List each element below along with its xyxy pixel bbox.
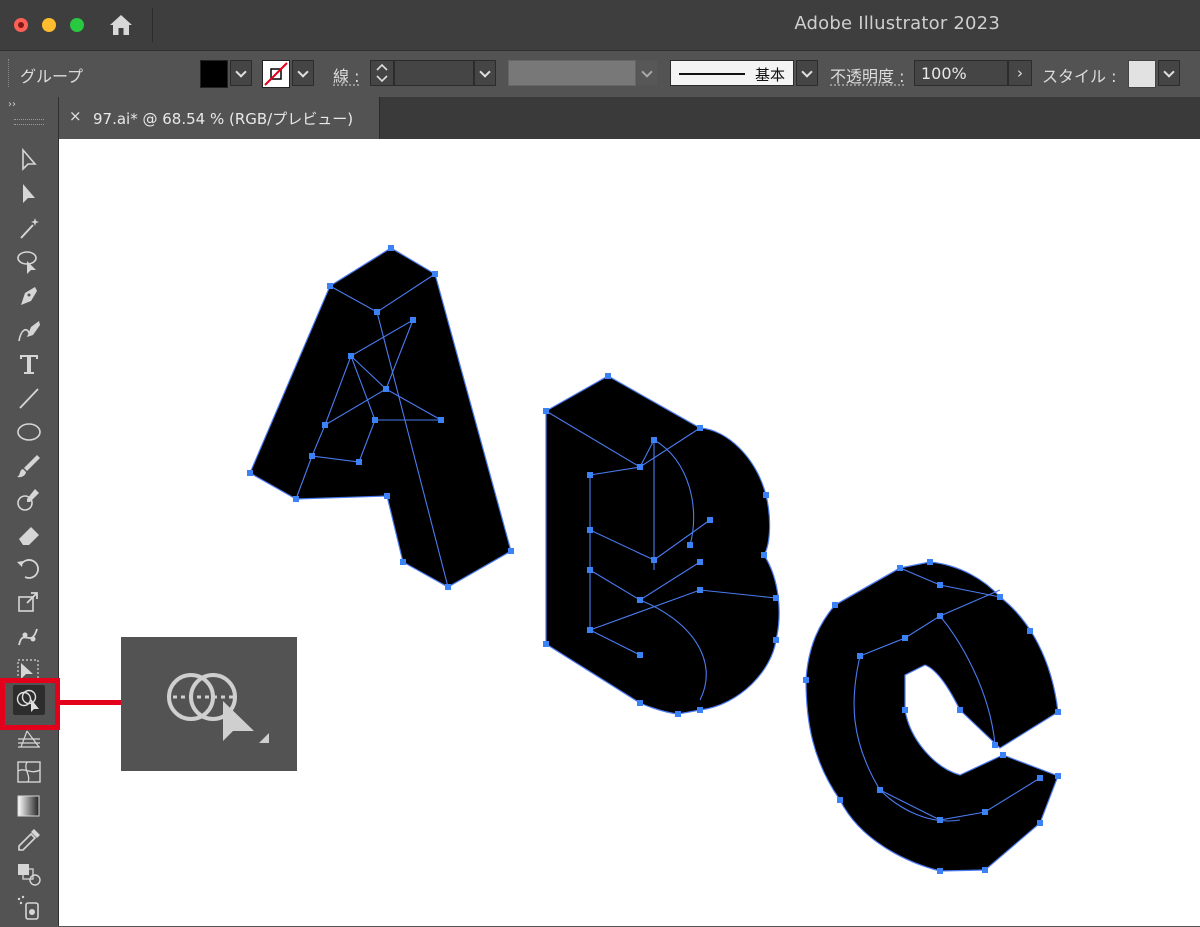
letter-c-shape xyxy=(806,562,1058,871)
stroke-weight-dropdown[interactable] xyxy=(474,60,496,86)
stroke-weight-input[interactable] xyxy=(394,60,474,86)
callout-connector xyxy=(60,700,122,705)
graphic-style-label: スタイル : xyxy=(1042,63,1116,87)
shape-builder-zoom-callout xyxy=(121,637,297,771)
shape-builder-large-icon xyxy=(121,637,297,771)
tools-panel-grip[interactable] xyxy=(14,119,44,125)
curvature-tool-icon[interactable] xyxy=(13,315,45,345)
stroke-dropdown[interactable] xyxy=(292,60,314,86)
gradient-tool-icon[interactable] xyxy=(13,791,45,821)
tool-highlight-box xyxy=(0,678,60,730)
home-icon[interactable] xyxy=(108,12,134,38)
selection-tool-icon[interactable] xyxy=(13,145,45,175)
type-tool-icon[interactable] xyxy=(13,349,45,379)
close-window-button[interactable] xyxy=(14,18,28,32)
stroke-weight-label[interactable]: 線 : xyxy=(333,63,359,87)
graphic-style-swatch[interactable] xyxy=(1128,60,1156,88)
rotate-tool-icon[interactable] xyxy=(13,553,45,583)
document-tab[interactable]: × 97.ai* @ 68.54 % (RGB/プレビュー) xyxy=(59,97,380,139)
artboard-canvas[interactable] xyxy=(59,139,1200,926)
puppet-warp-tool-icon[interactable] xyxy=(13,621,45,651)
stroke-weight-stepper[interactable] xyxy=(370,60,394,86)
mesh-tool-icon[interactable] xyxy=(13,757,45,787)
direct-selection-tool-icon[interactable] xyxy=(13,179,45,209)
blend-tool-icon[interactable] xyxy=(13,859,45,889)
selection-type-label: グループ xyxy=(20,63,83,87)
letter-b-shape xyxy=(546,376,779,714)
shaper-tool-icon[interactable] xyxy=(13,485,45,515)
scale-tool-icon[interactable] xyxy=(13,587,45,617)
brush-dropdown[interactable] xyxy=(796,60,818,86)
title-divider xyxy=(152,8,153,42)
brush-definition[interactable]: 基本 xyxy=(670,60,794,86)
line-segment-tool-icon[interactable] xyxy=(13,383,45,413)
symbol-sprayer-tool-icon[interactable] xyxy=(13,893,45,923)
close-tab-icon[interactable]: × xyxy=(69,107,82,125)
control-bar: グループ 線 : 基本 不透明度 : 100% › スタイル : xyxy=(0,50,1200,98)
stroke-swatch[interactable] xyxy=(262,60,290,88)
variable-width-profile[interactable] xyxy=(508,60,636,86)
title-bar: Adobe Illustrator 2023 xyxy=(0,0,1200,50)
collapse-panel-icon[interactable]: ›› xyxy=(8,99,16,110)
letter-a-shape xyxy=(250,248,511,587)
fill-swatch[interactable] xyxy=(200,60,228,88)
zoom-window-button[interactable] xyxy=(70,18,84,32)
ellipse-tool-icon[interactable] xyxy=(13,417,45,447)
document-title: 97.ai* @ 68.54 % (RGB/プレビュー) xyxy=(93,108,353,129)
tools-panel: ›› xyxy=(0,97,59,926)
magic-wand-tool-icon[interactable] xyxy=(13,213,45,243)
minimize-window-button[interactable] xyxy=(42,18,56,32)
graphic-style-dropdown[interactable] xyxy=(1158,60,1180,86)
variable-width-dropdown[interactable] xyxy=(636,60,658,86)
brush-definition-label: 基本 xyxy=(755,64,785,85)
document-tab-bar: × 97.ai* @ 68.54 % (RGB/プレビュー) xyxy=(59,97,1200,139)
eraser-tool-icon[interactable] xyxy=(13,519,45,549)
pen-tool-icon[interactable] xyxy=(13,281,45,311)
control-bar-grip[interactable] xyxy=(8,59,12,87)
opacity-input[interactable]: 100% xyxy=(914,60,1008,86)
eyedropper-tool-icon[interactable] xyxy=(13,825,45,855)
no-stroke-icon xyxy=(263,61,289,87)
artwork[interactable] xyxy=(59,139,1200,926)
fill-dropdown[interactable] xyxy=(230,60,252,86)
app-title: Adobe Illustrator 2023 xyxy=(794,13,1000,34)
lasso-tool-icon[interactable] xyxy=(13,247,45,277)
brush-stroke-preview xyxy=(679,73,745,75)
opacity-label[interactable]: 不透明度 : xyxy=(830,63,904,87)
opacity-expand-button[interactable]: › xyxy=(1008,60,1032,86)
paintbrush-tool-icon[interactable] xyxy=(13,451,45,481)
